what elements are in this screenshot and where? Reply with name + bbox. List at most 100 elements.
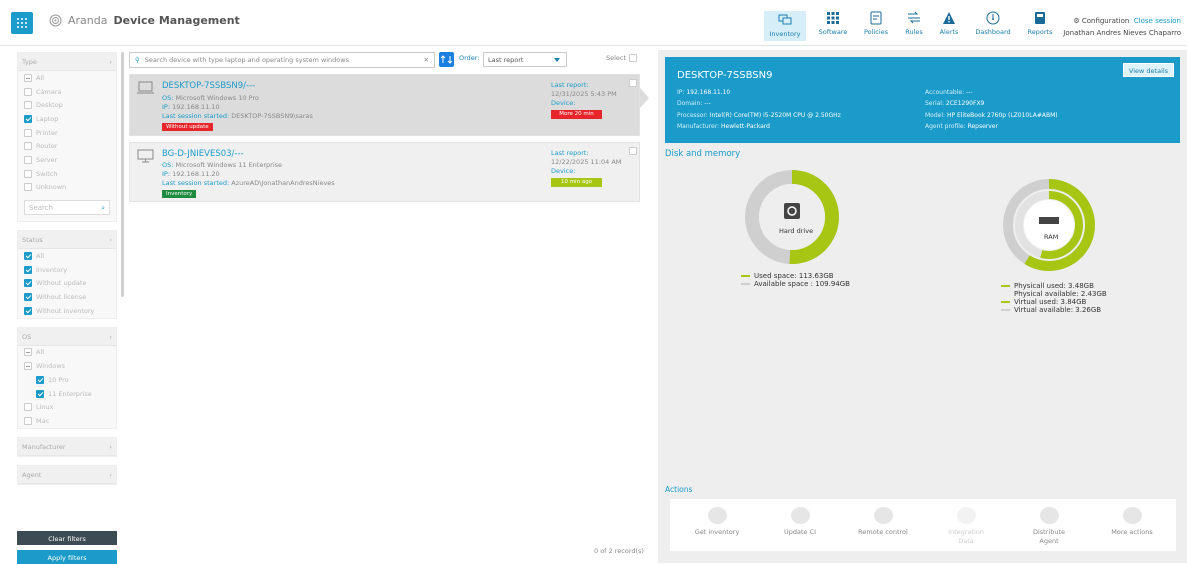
filter-manufacturer: Manufacturer › [17, 436, 117, 457]
checkbox[interactable] [24, 279, 32, 288]
sort-icon [440, 55, 453, 64]
top-bar: Aranda Device Management Inventory Softwa… [0, 0, 1187, 46]
disk-available-text: Available space : 109.94GB [754, 280, 850, 288]
nav-dashboard[interactable]: Dashboard [972, 11, 1014, 36]
checkbox[interactable] [24, 252, 32, 261]
filter-manufacturer-header[interactable]: Manufacturer › [18, 437, 116, 456]
apply-filters-button[interactable]: Apply filters [17, 550, 117, 564]
filter-type-header[interactable]: Type › [18, 53, 116, 71]
checkbox[interactable] [24, 293, 32, 302]
checkbox[interactable] [24, 183, 32, 192]
filter-status: Status › All Inventory Without update Wit… [17, 230, 117, 319]
checkbox[interactable] [24, 87, 32, 96]
checkbox[interactable] [24, 128, 32, 137]
checkbox[interactable] [24, 306, 32, 315]
accountable-value: --- [966, 89, 973, 96]
device-checkbox[interactable] [629, 79, 637, 87]
more-actions[interactable]: More actions [1107, 507, 1157, 537]
filter-option[interactable]: Unknown [18, 181, 116, 195]
more-actions-icon [1122, 507, 1142, 524]
filter-status-header[interactable]: Status › [18, 231, 116, 250]
device-ip: 192.168.11.10 [172, 103, 220, 111]
filter-option[interactable]: Without license [18, 290, 116, 304]
checkbox[interactable] [24, 114, 32, 123]
nav-label: Inventory [769, 30, 801, 38]
disk-legend: Used space: 113.63GB Available space : 1… [741, 272, 850, 288]
nav-reports[interactable]: Reports [1019, 11, 1061, 36]
gear-icon[interactable]: ⚙ [1073, 17, 1079, 25]
ram-donut-chart [1003, 179, 1095, 271]
filter-option[interactable]: Laptop [18, 112, 116, 126]
checkbox[interactable] [36, 389, 44, 398]
filter-option[interactable]: Without update [18, 277, 116, 291]
disk-used-text: Used space: 113.63GB [754, 272, 834, 280]
checkbox[interactable] [24, 73, 32, 82]
nav-label: Reports [1027, 28, 1053, 36]
filter-option[interactable]: Inventory [18, 263, 116, 277]
device-session: DESKTOP-7SSBSN9\saras [231, 112, 313, 120]
advanced-search-button[interactable] [439, 52, 454, 67]
checkbox[interactable] [24, 155, 32, 164]
checkbox[interactable] [24, 348, 32, 357]
filter-option[interactable]: Mac [18, 414, 116, 428]
nav-inventory[interactable]: Inventory [764, 11, 806, 41]
filter-panel: Type › All Cámara Desktop Laptop Printer … [17, 52, 117, 493]
clear-filters-button[interactable]: Clear filters [17, 531, 117, 545]
remote-control-action[interactable]: Remote control [858, 507, 908, 537]
filter-os-header[interactable]: OS › [18, 327, 116, 346]
filter-option[interactable]: All [18, 346, 116, 360]
checkbox[interactable] [24, 403, 32, 412]
filter-scrollbar[interactable] [121, 52, 124, 297]
agent-profile-value: Repserver [967, 123, 998, 130]
status-badge: Inventory [162, 190, 197, 198]
filter-option[interactable]: Router [18, 139, 116, 153]
ip-value: 192.168.11.10 [686, 89, 731, 96]
device-checkbox[interactable] [629, 147, 637, 155]
checkbox[interactable] [36, 375, 44, 384]
app-launcher-icon[interactable] [11, 12, 33, 34]
filter-option[interactable]: Desktop [18, 98, 116, 112]
checkbox[interactable] [24, 416, 32, 425]
device-search-input[interactable]: ⚲ Search device with type laptop and ope… [129, 52, 435, 68]
filter-option[interactable]: All [18, 249, 116, 263]
filter-option[interactable]: Switch [18, 167, 116, 181]
filter-option[interactable]: 10 Pro [18, 373, 116, 387]
model-value: HP EliteBook 2760p (LZ010LA#ABM) [946, 112, 1058, 119]
checkbox[interactable] [24, 101, 32, 110]
filter-option[interactable]: Server [18, 153, 116, 167]
close-session-link[interactable]: Close session [1134, 17, 1181, 25]
filter-option[interactable]: All [18, 71, 116, 85]
get-inventory-action[interactable]: Get inventory [692, 507, 742, 537]
filter-option[interactable]: Without inventory [18, 304, 116, 318]
clear-search-icon[interactable]: ✕ [424, 56, 429, 64]
update-ci-action[interactable]: Update CI [775, 507, 825, 537]
filter-option[interactable]: Linux [18, 400, 116, 414]
nav-alerts[interactable]: Alerts [928, 11, 970, 36]
device-name[interactable]: BG-D-JNIEVES03/--- [162, 149, 244, 159]
actions-title: Actions [665, 485, 693, 494]
nav-policies[interactable]: Policies [855, 11, 897, 36]
checkbox[interactable] [24, 169, 32, 178]
filter-option[interactable]: Printer [18, 126, 116, 140]
checkbox[interactable] [24, 362, 32, 371]
view-details-button[interactable]: View details [1123, 63, 1174, 77]
status-badge: Without update [162, 123, 213, 131]
order-select[interactable]: Last report [483, 52, 567, 67]
device-card[interactable]: DESKTOP-7SSBSN9/--- OS: Microsoft Window… [129, 74, 640, 136]
nav-label: Rules [905, 28, 923, 36]
search-icon[interactable]: ⌕ [101, 204, 105, 212]
filter-option[interactable]: Windows [18, 359, 116, 373]
checkbox[interactable] [24, 142, 32, 151]
distribute-agent-action[interactable]: Distribute Agent [1024, 507, 1074, 546]
device-card[interactable]: BG-D-JNIEVES03/--- OS: Microsoft Windows… [129, 142, 640, 202]
device-name[interactable]: DESKTOP-7SSBSN9/--- [162, 81, 255, 91]
nav-software[interactable]: Software [812, 11, 854, 36]
select-all-checkbox[interactable] [629, 54, 638, 62]
select-all[interactable]: Select [606, 54, 638, 62]
filter-agent-header[interactable]: Agent › [18, 465, 116, 484]
filter-option[interactable]: 11 Enterprise [18, 387, 116, 401]
type-search-input[interactable]: Search ⌕ [24, 200, 110, 216]
configuration-link[interactable]: Configuration [1082, 17, 1129, 25]
checkbox[interactable] [24, 265, 32, 274]
filter-option[interactable]: Cámara [18, 85, 116, 99]
